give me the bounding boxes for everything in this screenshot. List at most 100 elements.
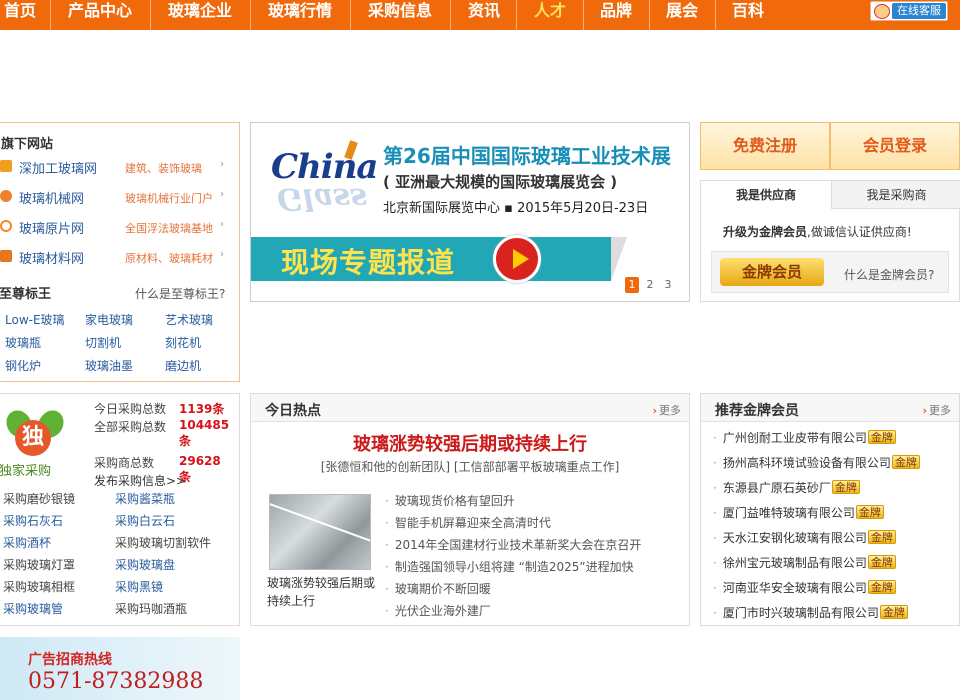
nav-encyclopedia[interactable]: 百科 (721, 0, 775, 30)
gold-member-item[interactable]: 厦门益唯特玻璃有限公司金牌 (713, 504, 884, 521)
top-bidder-help-link[interactable]: 什么是至尊标王? (135, 285, 225, 302)
top-bidder-link[interactable]: 刻花机 (165, 334, 201, 351)
gold-member-item[interactable]: 河南亚华安全玻璃有限公司金牌 (713, 579, 896, 596)
gold-member-badge[interactable]: 金牌会员 (720, 258, 824, 286)
hot-news-title: 今日热点 (265, 403, 321, 419)
nav-exhibition[interactable]: 展会 (655, 0, 709, 30)
top-bidder-link[interactable]: 切割机 (85, 334, 121, 351)
hot-sub-links[interactable]: [张德恒和他的创新团队] [工信部部署平板玻璃重点工作] (251, 458, 689, 475)
gold-member-item[interactable]: 广州创耐工业皮带有限公司金牌 (713, 429, 896, 446)
chevron-right-icon: › (220, 159, 224, 170)
purchase-link[interactable]: 采购玻璃盘 (115, 556, 175, 573)
hot-news-item[interactable]: 玻璃现货价格有望回升 (385, 492, 515, 509)
ad-title: 广告招商热线 (28, 652, 112, 668)
nav-talent[interactable]: 人才 (522, 0, 578, 30)
site-desc: 建筑、装饰玻璃 (125, 162, 202, 175)
purchase-link[interactable]: 采购白云石 (115, 512, 175, 529)
hot-news-item[interactable]: 玻璃期价不断回暖 (385, 580, 491, 597)
hot-news-item[interactable]: 光伏企业海外建厂 (385, 602, 491, 619)
gear-icon (0, 190, 12, 202)
purchase-link[interactable]: 采购酒杯 (3, 534, 51, 551)
site-desc: 全国浮法玻璃基地 (125, 222, 213, 235)
exhibition-banner[interactable]: China Glass 第26届中国国际玻璃工业技术展 ( 亚洲最大规模的国际玻… (250, 122, 690, 302)
tab-buyer[interactable]: 我是采购商 (831, 181, 960, 209)
site-item-raw-glass[interactable]: 玻璃原片网 全国浮法玻璃基地 › (0, 217, 235, 237)
banner-page-1[interactable]: 1 (625, 277, 639, 293)
purchase-link[interactable]: 采购玻璃管 (3, 600, 63, 617)
hot-news-item[interactable]: 2014年全国建材行业技术革新奖大会在京召开 (385, 536, 642, 553)
purchase-link[interactable]: 采购玻璃切割软件 (115, 534, 211, 551)
exclusive-purchase-logo: 独 (1, 402, 71, 458)
stat-label: 今日采购总数 (94, 402, 167, 416)
nav-market[interactable]: 玻璃行情 (256, 0, 344, 30)
hot-news-item[interactable]: 制造强国领导小组将建 “制造2025”进程加快 (385, 558, 634, 575)
ad-hotline-banner[interactable]: 广告招商热线 0571-87382988 (0, 637, 240, 700)
gold-members-panel: 推荐金牌会员 更多 广州创耐工业皮带有限公司金牌 扬州高科环境试验设备有限公司金… (700, 393, 960, 626)
gold-member-item[interactable]: 徐州宝元玻璃制品有限公司金牌 (713, 554, 896, 571)
nav-enterprises[interactable]: 玻璃企业 (156, 0, 244, 30)
publish-purchase-link[interactable]: 发布采购信息>> (94, 472, 186, 489)
site-item-processing[interactable]: 深加工玻璃网 建筑、装饰玻璃 › (0, 157, 235, 177)
stat-value: 29628条 (179, 454, 221, 484)
chevron-right-icon: › (220, 189, 224, 200)
ad-phone: 0571-87382988 (28, 669, 204, 694)
purchase-link[interactable]: 采购酱菜瓶 (115, 490, 175, 507)
gold-member-panel: 金牌会员 什么是金牌会员? (711, 251, 949, 293)
top-bidder-link[interactable]: 艺术玻璃 (165, 311, 213, 328)
stat-value: 104485条 (179, 418, 230, 448)
purchase-link[interactable]: 采购磨砂银镜 (3, 490, 75, 507)
purchase-link[interactable]: 采购玻璃灯罩 (3, 556, 75, 573)
top-bidder-link[interactable]: 家电玻璃 (85, 311, 133, 328)
nav-separator (350, 0, 351, 30)
company-name: 天水江安钢化玻璃有限公司 (722, 531, 867, 545)
nav-news[interactable]: 资讯 (456, 0, 512, 30)
online-service-button[interactable]: 在线客服 (870, 1, 948, 21)
gold-tag: 金牌 (867, 580, 896, 594)
hot-image-caption[interactable]: 玻璃涨势较强后期或持续上行 (267, 574, 381, 610)
login-button[interactable]: 会员登录 (830, 122, 960, 170)
nav-purchase[interactable]: 采购信息 (356, 0, 444, 30)
nav-brand[interactable]: 品牌 (589, 0, 643, 30)
china-glass-logo-bottom: Glass (277, 181, 368, 216)
nav-separator (450, 0, 451, 30)
top-bidder-link[interactable]: 玻璃瓶 (5, 334, 41, 351)
purchase-link[interactable]: 采购石灰石 (3, 512, 63, 529)
member-panel: 我是供应商 我是采购商 升级为金牌会员,做诚信认证供应商! 金牌会员 什么是金牌… (700, 180, 960, 302)
site-desc: 玻璃机械行业门户 (125, 192, 213, 205)
company-name: 东源县广原石英砂厂 (722, 481, 831, 495)
site-item-materials[interactable]: 玻璃材料网 原材料、玻璃耗材 › (0, 247, 235, 267)
stat-label: 全部采购总数 (94, 420, 167, 434)
nav-products[interactable]: 产品中心 (56, 0, 144, 30)
nav-home[interactable]: 首页 (0, 0, 40, 30)
gold-member-item[interactable]: 扬州高科环境试验设备有限公司金牌 (713, 454, 920, 471)
site-item-machinery[interactable]: 玻璃机械网 玻璃机械行业门户 › (0, 187, 235, 207)
hot-news-item[interactable]: 智能手机屏幕迎来全高清时代 (385, 514, 551, 531)
hot-news-image[interactable] (269, 494, 371, 570)
company-name: 河南亚华安全玻璃有限公司 (722, 581, 867, 595)
site-name: 玻璃机械网 (19, 192, 85, 207)
top-bidder-link[interactable]: 钢化炉 (5, 357, 41, 374)
hot-news-more-link[interactable]: 更多 (652, 402, 681, 418)
company-name: 厦门益唯特玻璃有限公司 (722, 506, 855, 520)
purchase-link[interactable]: 采购玛咖酒瓶 (115, 600, 187, 617)
banner-page-3[interactable]: 3 (661, 277, 675, 293)
upgrade-rest: ,做诚信认证供应商! (807, 225, 912, 239)
folder-icon (0, 160, 12, 172)
gold-member-help-link[interactable]: 什么是金牌会员? (844, 266, 934, 283)
gold-tag: 金牌 (867, 555, 896, 569)
top-bidder-link[interactable]: 磨边机 (165, 357, 201, 374)
banner-page-2[interactable]: 2 (643, 277, 657, 293)
site-name: 玻璃原片网 (19, 222, 85, 237)
gold-member-item[interactable]: 厦门市时兴玻璃制品有限公司金牌 (713, 604, 908, 621)
register-button[interactable]: 免费注册 (700, 122, 830, 170)
stat-label: 采购商总数 (94, 456, 155, 470)
purchase-link[interactable]: 采购玻璃相框 (3, 578, 75, 595)
gold-member-item[interactable]: 天水江安钢化玻璃有限公司金牌 (713, 529, 896, 546)
gold-member-item[interactable]: 东源县广原石英砂厂金牌 (713, 479, 860, 496)
gold-members-more-link[interactable]: 更多 (922, 402, 951, 418)
top-bidder-link[interactable]: Low-E玻璃 (5, 311, 65, 328)
hot-headline[interactable]: 玻璃涨势较强后期或持续上行 (251, 430, 689, 456)
tab-supplier[interactable]: 我是供应商 (701, 181, 831, 209)
purchase-link[interactable]: 采购黑镜 (115, 578, 163, 595)
top-bidder-link[interactable]: 玻璃油墨 (85, 357, 133, 374)
